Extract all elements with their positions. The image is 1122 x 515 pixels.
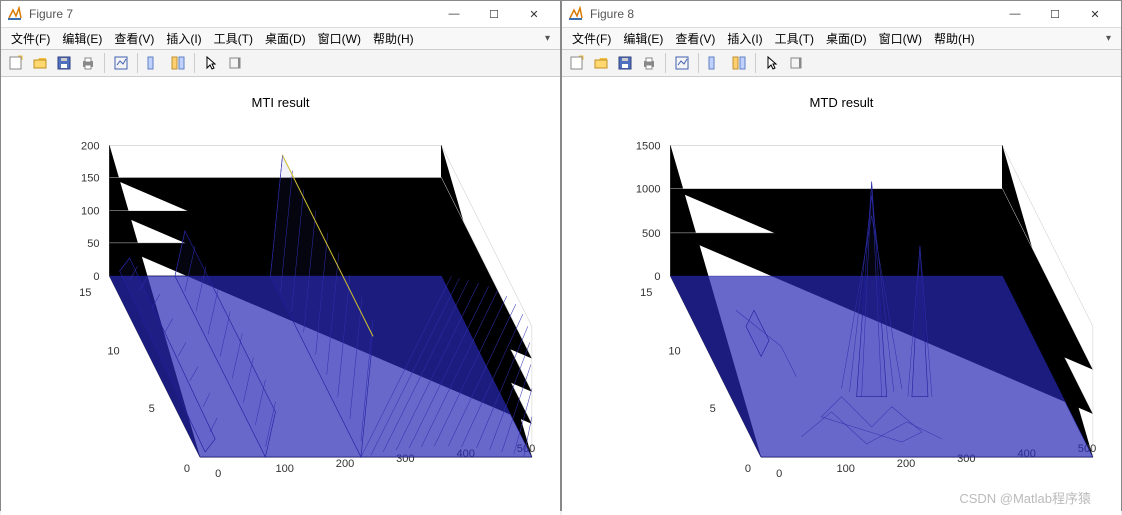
menu-insert[interactable]: 插入(I) (160, 28, 207, 49)
dock1-icon[interactable] (143, 52, 165, 74)
titlebar[interactable]: Figure 8 — ☐ ✕ (562, 1, 1121, 28)
minimize-button[interactable]: — (995, 1, 1035, 27)
window-controls: — ☐ ✕ (434, 1, 554, 27)
window-title: Figure 7 (29, 7, 434, 21)
y-tick: 10 (107, 345, 119, 357)
figure-window-8: Figure 8 — ☐ ✕ 文件(F) 编辑(E) 查看(V) 插入(I) 工… (561, 0, 1122, 511)
toolbar-separator (104, 53, 105, 73)
menu-edit[interactable]: 编辑(E) (617, 28, 669, 49)
close-button[interactable]: ✕ (1075, 1, 1115, 27)
menu-file[interactable]: 文件(F) (5, 28, 56, 49)
y-tick: 10 (668, 345, 680, 357)
z-tick: 0 (93, 271, 99, 283)
window-controls: — ☐ ✕ (995, 1, 1115, 27)
plot-3d-mti: MTI result 0 50 100 150 200 15 10 5 0 0 (9, 85, 552, 507)
z-tick: 50 (87, 238, 99, 250)
plot-title: MTD result (810, 95, 874, 110)
menu-help[interactable]: 帮助(H) (928, 28, 981, 49)
toolbar-separator (137, 53, 138, 73)
menu-tools[interactable]: 工具(T) (208, 28, 259, 49)
watermark-text: CSDN @Matlab程序猿 (959, 488, 1091, 507)
toolbar-dropdown-icon[interactable]: ▾ (539, 33, 556, 44)
menu-file[interactable]: 文件(F) (566, 28, 617, 49)
pointer-icon[interactable] (761, 52, 783, 74)
x-tick: 200 (336, 458, 354, 470)
y-tick: 15 (79, 287, 91, 299)
pointer-icon[interactable] (200, 52, 222, 74)
save-icon[interactable] (53, 52, 75, 74)
menu-help[interactable]: 帮助(H) (367, 28, 420, 49)
z-tick: 1500 (636, 140, 661, 152)
matlab-icon (7, 6, 23, 22)
toolbar (1, 50, 560, 77)
menu-edit[interactable]: 编辑(E) (56, 28, 108, 49)
x-tick: 0 (776, 468, 782, 480)
y-tick: 0 (745, 463, 751, 475)
menu-view[interactable]: 查看(V) (669, 28, 721, 49)
toolbar-separator (194, 53, 195, 73)
plot-area[interactable]: MTI result 0 50 100 150 200 15 10 5 0 0 (1, 77, 560, 515)
menu-desktop[interactable]: 桌面(D) (259, 28, 312, 49)
menu-insert[interactable]: 插入(I) (721, 28, 768, 49)
open-icon[interactable] (590, 52, 612, 74)
toolbar-separator (698, 53, 699, 73)
x-tick: 100 (275, 463, 293, 475)
menu-view[interactable]: 查看(V) (108, 28, 160, 49)
titlebar[interactable]: Figure 7 — ☐ ✕ (1, 1, 560, 28)
y-tick: 5 (710, 403, 716, 415)
matlab-icon (568, 6, 584, 22)
z-tick: 500 (642, 228, 660, 240)
x-tick: 0 (215, 468, 221, 480)
x-tick: 200 (897, 458, 915, 470)
z-tick: 100 (81, 206, 99, 218)
y-tick: 5 (149, 403, 155, 415)
z-tick: 150 (81, 173, 99, 185)
z-tick: 200 (81, 140, 99, 152)
menubar: 文件(F) 编辑(E) 查看(V) 插入(I) 工具(T) 桌面(D) 窗口(W… (1, 28, 560, 50)
y-tick: 0 (184, 463, 190, 475)
menu-window[interactable]: 窗口(W) (873, 28, 928, 49)
menu-tools[interactable]: 工具(T) (769, 28, 820, 49)
open-icon[interactable] (29, 52, 51, 74)
plot-title: MTI result (251, 95, 309, 110)
toolbar (562, 50, 1121, 77)
new-figure-icon[interactable] (5, 52, 27, 74)
save-icon[interactable] (614, 52, 636, 74)
menu-desktop[interactable]: 桌面(D) (820, 28, 873, 49)
window-title: Figure 8 (590, 7, 995, 21)
insert-colorbar-icon[interactable] (224, 52, 246, 74)
insert-colorbar-icon[interactable] (785, 52, 807, 74)
dock2-icon[interactable] (167, 52, 189, 74)
x-tick: 100 (836, 463, 854, 475)
figure-window-7: Figure 7 — ☐ ✕ 文件(F) 编辑(E) 查看(V) 插入(I) 工… (0, 0, 561, 511)
print-icon[interactable] (638, 52, 660, 74)
print-icon[interactable] (77, 52, 99, 74)
menubar: 文件(F) 编辑(E) 查看(V) 插入(I) 工具(T) 桌面(D) 窗口(W… (562, 28, 1121, 50)
maximize-button[interactable]: ☐ (474, 1, 514, 27)
link-plot-icon[interactable] (110, 52, 132, 74)
menu-window[interactable]: 窗口(W) (312, 28, 367, 49)
maximize-button[interactable]: ☐ (1035, 1, 1075, 27)
new-figure-icon[interactable] (566, 52, 588, 74)
toolbar-dropdown-icon[interactable]: ▾ (1100, 33, 1117, 44)
toolbar-separator (755, 53, 756, 73)
close-button[interactable]: ✕ (514, 1, 554, 27)
dock1-icon[interactable] (704, 52, 726, 74)
plot-3d-mtd: MTD result 0 500 1000 1500 15 10 5 0 0 1… (570, 85, 1113, 507)
plot-area[interactable]: MTD result 0 500 1000 1500 15 10 5 0 0 1… (562, 77, 1121, 515)
dock2-icon[interactable] (728, 52, 750, 74)
link-plot-icon[interactable] (671, 52, 693, 74)
minimize-button[interactable]: — (434, 1, 474, 27)
z-tick: 0 (654, 271, 660, 283)
y-tick: 15 (640, 287, 652, 299)
toolbar-separator (665, 53, 666, 73)
z-tick: 1000 (636, 184, 661, 196)
